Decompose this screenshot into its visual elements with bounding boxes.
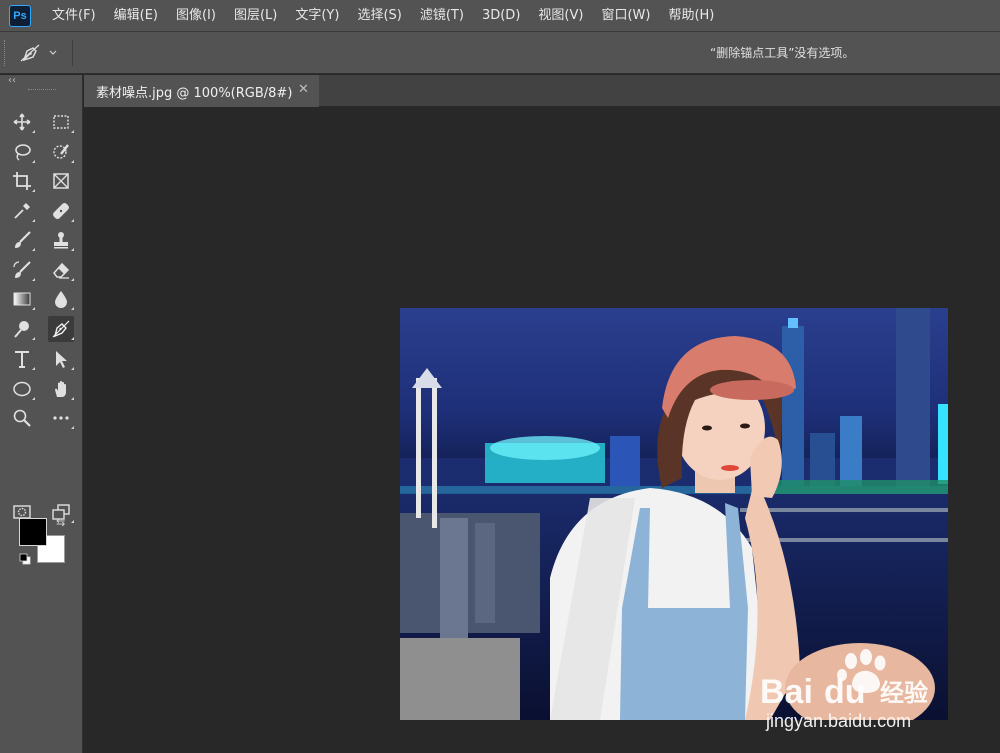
menu-filter[interactable]: 滤镜(T) <box>411 0 473 32</box>
brush-tool[interactable] <box>9 227 35 253</box>
collapse-panel-button[interactable]: ‹‹ <box>8 75 16 86</box>
eyedropper-tool[interactable] <box>9 198 35 224</box>
type-tool[interactable] <box>9 346 35 372</box>
type-tool-icon <box>15 351 29 368</box>
eraser-tool-icon <box>53 262 70 279</box>
blur-tool[interactable] <box>48 286 74 312</box>
document-tab[interactable]: 素材噪点.jpg @ 100%(RGB/8#) <box>84 75 319 107</box>
menu-select[interactable]: 选择(S) <box>348 0 410 32</box>
screen-mode-icon <box>52 504 70 520</box>
path-selection-tool[interactable] <box>48 346 74 372</box>
close-tab-icon[interactable]: ✕ <box>298 82 309 97</box>
crop-tool[interactable] <box>9 168 35 194</box>
quick-select-tool-icon <box>53 144 69 159</box>
screen-mode-button[interactable] <box>48 499 74 525</box>
menu-layer[interactable]: 图层(L) <box>225 0 286 32</box>
history-brush-tool[interactable] <box>9 257 35 283</box>
menu-view[interactable]: 视图(V) <box>529 0 592 32</box>
ellipse-tool-icon <box>13 381 31 397</box>
dodge-tool-icon <box>14 321 29 338</box>
hand-tool-icon <box>55 381 66 397</box>
frame-tool[interactable] <box>48 168 74 194</box>
more-tools-icon <box>53 416 69 420</box>
quick-select-tool[interactable] <box>48 139 74 165</box>
menu-3d[interactable]: 3D(D) <box>473 0 529 32</box>
tool-preset-picker[interactable] <box>18 40 68 66</box>
tools-panel-grip[interactable] <box>28 89 56 91</box>
hand-tool[interactable] <box>48 376 74 402</box>
zoom-tool[interactable] <box>9 405 35 431</box>
healing-brush-tool-icon <box>53 203 69 219</box>
crop-tool-icon <box>13 172 31 190</box>
foreground-color-swatch[interactable] <box>19 518 47 546</box>
watermark-brand: Bai <box>760 673 813 711</box>
chevron-down-icon <box>49 50 57 55</box>
marquee-tool-icon <box>53 115 69 129</box>
watermark-brand-suffix: 经验 <box>880 679 928 707</box>
pen-tool-icon <box>20 44 40 62</box>
photoshop-logo: Ps <box>9 4 31 27</box>
clone-stamp-tool[interactable] <box>48 227 74 253</box>
zoom-tool-icon <box>13 409 31 427</box>
options-separator <box>72 40 73 66</box>
healing-brush-tool[interactable] <box>48 198 74 224</box>
menu-file[interactable]: 文件(F) <box>43 0 105 32</box>
ellipse-tool[interactable] <box>9 376 35 402</box>
options-bar: “删除锚点工具”没有选项。 <box>0 32 1000 74</box>
marquee-tool[interactable] <box>48 109 74 135</box>
menu-image[interactable]: 图像(I) <box>167 0 225 32</box>
options-message: “删除锚点工具”没有选项。 <box>710 46 855 60</box>
options-bar-grip[interactable] <box>4 40 7 66</box>
more-tools[interactable] <box>48 405 74 431</box>
move-tool[interactable] <box>9 109 35 135</box>
lasso-tool-icon <box>15 144 31 161</box>
history-brush-tool-icon <box>13 261 31 278</box>
path-selection-tool-icon <box>56 351 67 368</box>
gradient-tool-icon <box>13 292 31 306</box>
menu-type[interactable]: 文字(Y) <box>286 0 348 32</box>
clone-stamp-tool-icon <box>54 232 68 249</box>
document-tab-bar: 素材噪点.jpg @ 100%(RGB/8#) ✕ <box>84 75 1000 107</box>
watermark-brand-du: du <box>824 673 866 711</box>
brush-tool-icon <box>15 231 31 248</box>
frame-tool-icon <box>53 173 69 189</box>
blur-tool-icon <box>55 291 67 308</box>
pen-tool[interactable] <box>48 316 74 342</box>
dodge-tool[interactable] <box>9 316 35 342</box>
eyedropper-tool-icon <box>14 203 30 219</box>
tools-panel: ‹‹ ⇆ <box>0 75 83 753</box>
menu-edit[interactable]: 编辑(E) <box>105 0 167 32</box>
default-colors-icon[interactable] <box>19 553 31 565</box>
watermark-url: jingyan.baidu.com <box>765 711 911 731</box>
gradient-tool[interactable] <box>9 286 35 312</box>
document-tab-title: 素材噪点.jpg @ 100%(RGB/8#) <box>96 85 293 101</box>
move-tool-icon <box>13 113 31 131</box>
eraser-tool[interactable] <box>48 257 74 283</box>
baidu-jingyan-watermark: Bai du 经验 jingyan.baidu.com <box>760 649 928 731</box>
menu-bar: Ps 文件(F) 编辑(E) 图像(I) 图层(L) 文字(Y) 选择(S) 滤… <box>0 0 1000 32</box>
menu-help[interactable]: 帮助(H) <box>659 0 723 32</box>
lasso-tool[interactable] <box>9 139 35 165</box>
pen-tool-icon <box>52 320 70 338</box>
menu-window[interactable]: 窗口(W) <box>592 0 659 32</box>
